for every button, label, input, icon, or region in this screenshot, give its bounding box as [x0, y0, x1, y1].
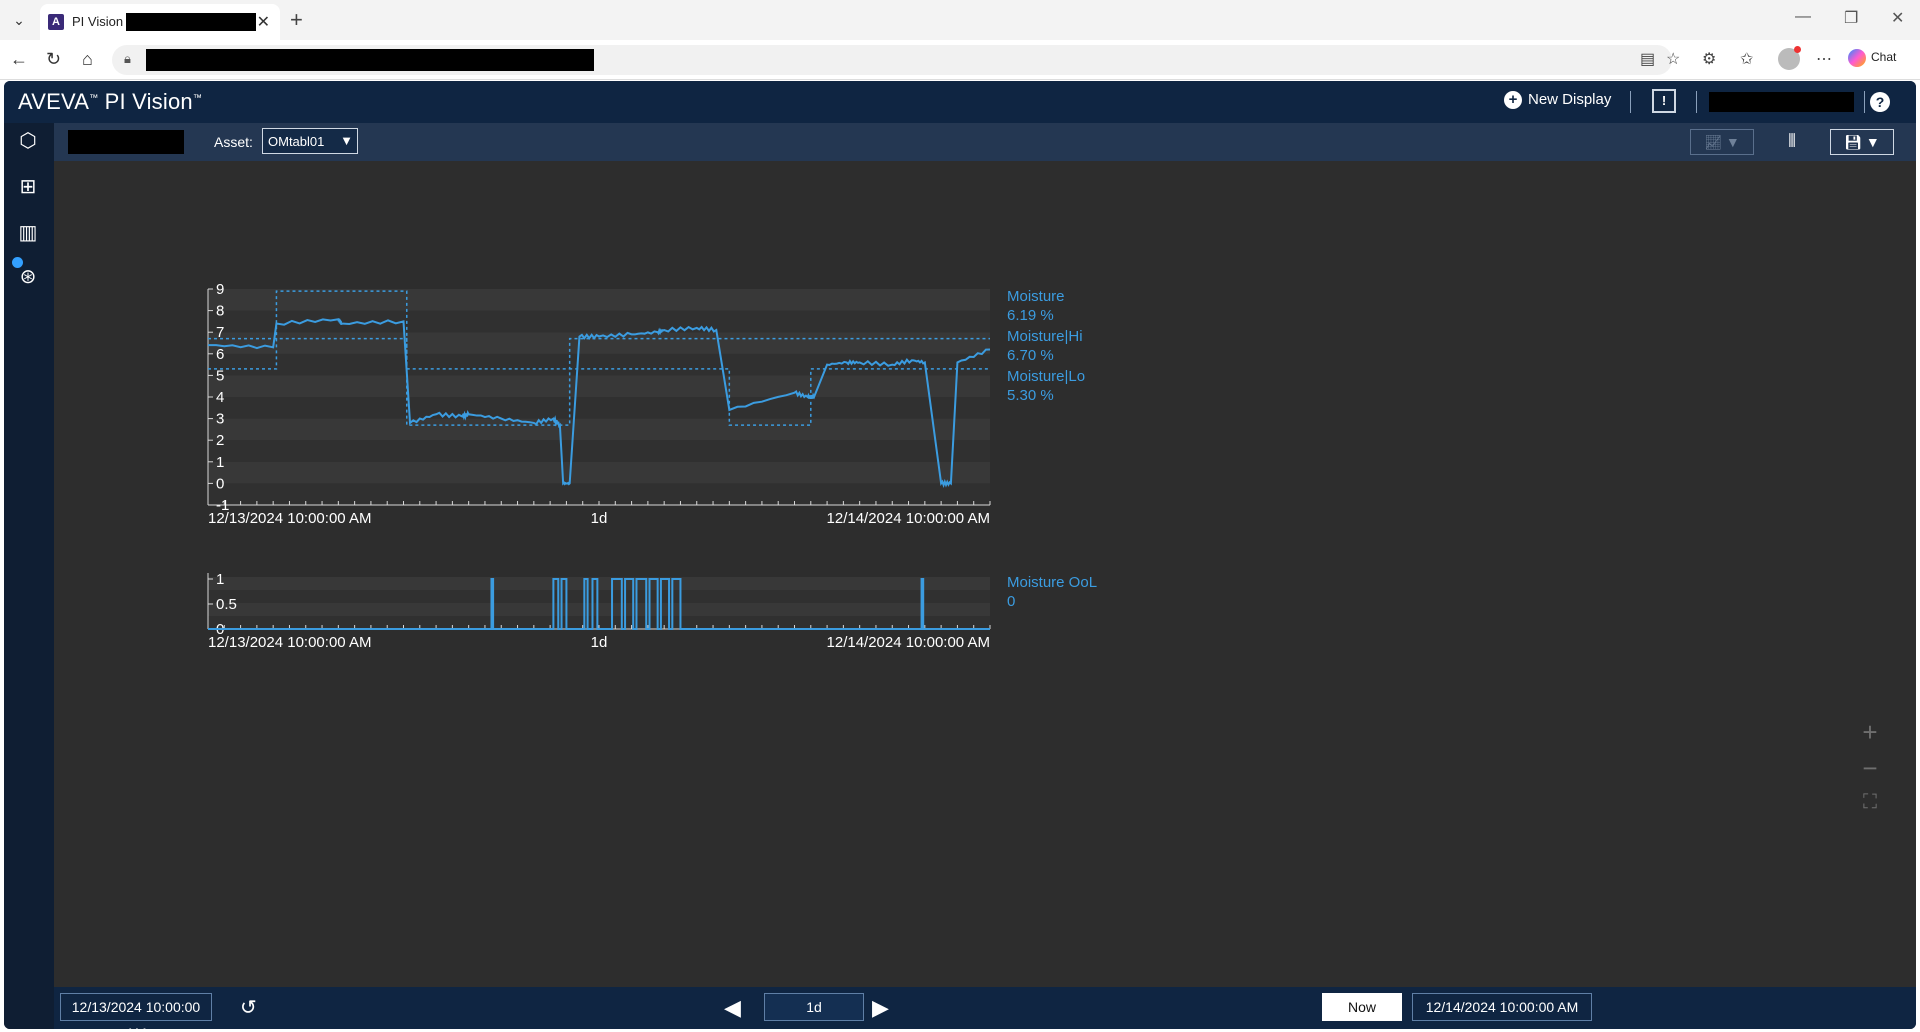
asset-label: Asset: [214, 134, 253, 150]
y-tick-label: 8 [216, 303, 224, 320]
restore-icon[interactable]: ❐ [1844, 8, 1858, 28]
trend-band [208, 418, 990, 441]
asset-select[interactable]: OMtabl01 ▼ [262, 128, 358, 154]
calculations-icon[interactable]: ⊞ [16, 175, 40, 199]
trend-band [208, 310, 990, 333]
favorite-star-icon[interactable]: ☆ [1666, 49, 1680, 69]
tab-list-chevron-down-icon[interactable]: ⌄ [8, 9, 30, 31]
now-button[interactable]: Now [1322, 993, 1402, 1021]
events-icon[interactable]: ⊛ [16, 265, 40, 289]
new-display-button[interactable]: + New Display [1504, 91, 1611, 109]
save-button[interactable]: 💾︎ ▼ [1830, 129, 1894, 155]
pi-vision-app: AVEVA™ PI Vision™ + New Display ! ? ⬡ ⊞ ▥… [4, 81, 1916, 1029]
tab-title: PI Vision - [72, 14, 132, 29]
duration-field[interactable]: 1d [764, 993, 864, 1021]
more-menu-icon[interactable]: ⋯ [1816, 49, 1832, 69]
fit-to-screen-icon[interactable]: ⛶ [1854, 787, 1886, 817]
zoom-out-minus-icon[interactable]: − [1854, 753, 1886, 783]
profile-notification-dot [1794, 46, 1801, 53]
browser-tab-bar: ⌄ A PI Vision - ✕ + — ❐ ✕ [0, 0, 1920, 40]
display-canvas: 9 8 7 6 5 4 3 2 1 0 -1 12/13/2024 10:00:00 AM 1d 12/1… [54, 161, 1916, 987]
x-axis-label: 1d [591, 510, 608, 527]
trend-band [208, 375, 990, 397]
app-header: AVEVA™ PI Vision™ + New Display ! ? [4, 81, 1916, 123]
trend2-band [208, 577, 990, 590]
favorites-list-icon[interactable]: ✩ [1740, 49, 1753, 69]
back-arrow-left-icon[interactable]: ← [10, 49, 28, 70]
y-tick-label: 6 [216, 346, 224, 363]
new-tab-plus-icon[interactable]: + [290, 7, 303, 33]
x-axis-label: 12/13/2024 10:00:00 AM [208, 510, 371, 527]
trend-symbol-button[interactable]: 📈︎ ▼ [1690, 129, 1754, 155]
end-time-field[interactable]: 12/14/2024 10:00:00 AM [1412, 993, 1592, 1021]
start-time-field[interactable]: 12/13/2024 10:00:00 AM [60, 993, 212, 1029]
browser-address-bar: ← ↻ ⌂ 🔒︎ ▤ ☆ ⚙ ✩ ⋯ Chat [0, 40, 1920, 80]
trend2-x-axis-label: 12/13/2024 10:00:00 AM [208, 634, 371, 651]
tab-title-redacted [126, 13, 256, 31]
trend2-x-axis-label: 1d [591, 634, 608, 651]
trend-band [208, 461, 990, 484]
minimize-icon[interactable]: — [1795, 8, 1811, 26]
trend-band [208, 440, 990, 462]
y-tick-label: 5 [216, 367, 224, 384]
y-tick-label: 2 [216, 432, 224, 449]
trend2-y-tick-label: 0.5 [216, 596, 237, 613]
zoom-in-plus-icon[interactable]: + [1854, 717, 1886, 747]
columns-layout-icon[interactable]: ⫴ [1778, 129, 1806, 155]
url-field[interactable]: 🔒︎ [112, 45, 1672, 75]
lock-icon: 🔒︎ [124, 51, 131, 66]
header-divider [1864, 91, 1865, 113]
revert-icon[interactable]: ↺ [240, 995, 257, 1020]
chat-button[interactable]: Chat [1848, 49, 1896, 67]
reader-view-icon[interactable]: ▤ [1640, 49, 1655, 69]
aveva-favicon-icon: A [48, 14, 64, 30]
y-tick-label: 9 [216, 281, 224, 298]
copilot-logo-icon [1848, 49, 1866, 67]
time-forward-arrow-icon[interactable]: ▶ [872, 995, 889, 1021]
assets-cube-icon[interactable]: ⬡ [16, 129, 40, 153]
trend2-band [208, 590, 990, 603]
help-icon[interactable]: ? [1870, 92, 1890, 112]
trend2-legend-name[interactable]: Moisture OoL [1007, 574, 1097, 591]
user-name-redacted[interactable] [1709, 92, 1854, 112]
chevron-down-icon: ▼ [340, 133, 353, 148]
legend-name[interactable]: Moisture [1007, 288, 1065, 305]
plus-circle-icon: + [1504, 91, 1522, 109]
header-divider [1696, 91, 1697, 113]
trend2-x-axis-label: 12/14/2024 10:00:00 AM [827, 634, 990, 651]
display-toolbar: Asset: OMtabl01 ▼ 📈︎ ▼ ⫴ 💾︎ ▼ [54, 123, 1916, 161]
header-divider [1630, 91, 1631, 113]
legend-name[interactable]: Moisture|Hi [1007, 328, 1083, 345]
app-brand[interactable]: AVEVA™ PI Vision™ [18, 89, 202, 115]
app-sidebar: ⬡ ⊞ ▥ ⊛ [4, 123, 51, 1029]
trend2-y-tick-label: 1 [216, 571, 224, 588]
trend-band [208, 289, 990, 311]
trend2-band [208, 603, 990, 616]
legend-value: 6.19 % [1007, 307, 1054, 324]
y-tick-label: 4 [216, 389, 224, 406]
trend-chart-area[interactable]: 9876543210-112/13/2024 10:00:00 AM 1d 12/1… [54, 161, 1916, 987]
library-icon[interactable]: ▥ [16, 221, 40, 245]
y-tick-label: 1 [216, 454, 224, 471]
y-tick-label: 0 [216, 475, 224, 492]
trend-band [208, 397, 990, 419]
tab-close-icon[interactable]: ✕ [257, 12, 270, 32]
reload-icon[interactable]: ↻ [46, 49, 61, 70]
time-back-arrow-icon[interactable]: ◀ [724, 995, 741, 1021]
x-axis-label: 12/14/2024 10:00:00 AM [827, 510, 990, 527]
y-tick-label: 3 [216, 411, 224, 428]
time-bar: 12/13/2024 10:00:00 AM ↺ ◀ 1d ▶ Now 12/1… [54, 987, 1916, 1029]
window-close-icon[interactable]: ✕ [1891, 8, 1904, 28]
browser-tab[interactable]: A PI Vision - ✕ [40, 4, 280, 40]
extensions-icon[interactable]: ⚙ [1702, 49, 1716, 69]
info-alert-icon[interactable]: ! [1652, 89, 1676, 113]
home-icon[interactable]: ⌂ [82, 49, 93, 70]
display-name-redacted[interactable] [68, 130, 184, 154]
legend-value: 6.70 % [1007, 347, 1054, 364]
legend-name[interactable]: Moisture|Lo [1007, 368, 1085, 385]
legend-value: 5.30 % [1007, 387, 1054, 404]
trend2-legend-value: 0 [1007, 593, 1015, 610]
url-redacted [146, 49, 594, 71]
